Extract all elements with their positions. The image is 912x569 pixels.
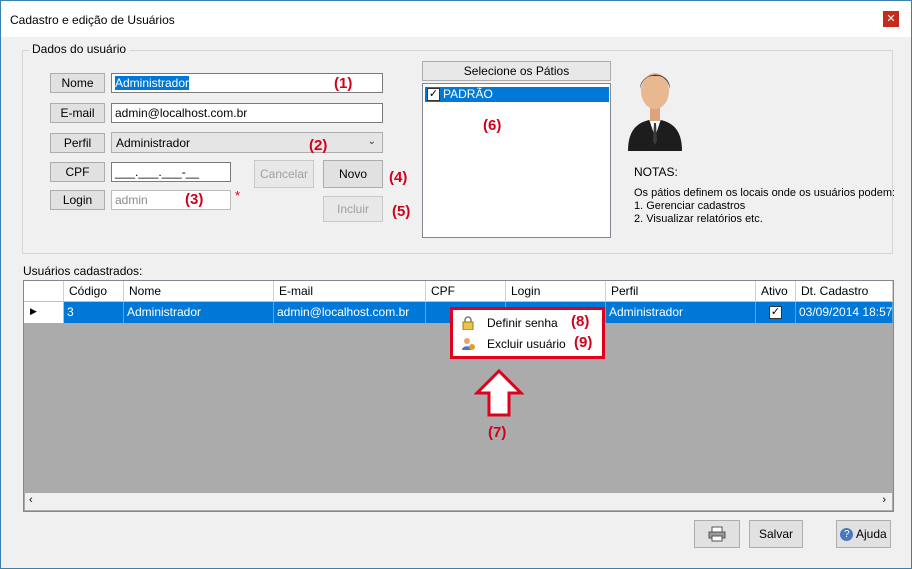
annotation-8: (8) bbox=[571, 313, 590, 330]
grid-header-ativo[interactable]: Ativo bbox=[756, 281, 796, 302]
annotation-7: (7) bbox=[488, 424, 507, 441]
grid-label: Usuários cadastrados: bbox=[23, 264, 143, 278]
annotation-6: (6) bbox=[483, 117, 502, 134]
notes-line-1: Os pátios definem os locais onde os usuá… bbox=[634, 187, 896, 199]
cell-dt-cadastro[interactable]: 03/09/2014 18:57 bbox=[796, 302, 893, 323]
up-arrow-icon bbox=[474, 369, 524, 417]
cell-perfil[interactable]: Administrador bbox=[606, 302, 756, 323]
scroll-left-icon[interactable]: ‹ bbox=[29, 494, 33, 506]
ativo-checkbox[interactable]: ✓ bbox=[769, 306, 782, 319]
row-pointer-icon: ▶ bbox=[30, 306, 37, 316]
grid-header: Código Nome E-mail CPF Login Perfil Ativ… bbox=[24, 281, 893, 302]
chevron-down-icon: ⌄ bbox=[367, 136, 376, 147]
scroll-right-icon[interactable]: › bbox=[882, 494, 886, 506]
annotation-2: (2) bbox=[309, 137, 328, 154]
annotation-4: (4) bbox=[389, 169, 408, 186]
group-legend: Dados do usuário bbox=[29, 42, 130, 56]
user-avatar-icon bbox=[628, 73, 682, 151]
email-input[interactable]: admin@localhost.com.br bbox=[111, 103, 383, 123]
ajuda-label: Ajuda bbox=[855, 527, 887, 541]
close-button[interactable]: ✕ bbox=[883, 11, 899, 27]
salvar-button[interactable]: Salvar bbox=[749, 520, 803, 548]
menu-item-label: Excluir usuário bbox=[487, 337, 566, 351]
cell-nome[interactable]: Administrador bbox=[124, 302, 274, 323]
print-button[interactable] bbox=[694, 520, 740, 548]
cell-email[interactable]: admin@localhost.com.br bbox=[274, 302, 426, 323]
patio-item[interactable]: ✓ PADRÃO bbox=[425, 87, 609, 102]
novo-button[interactable]: Novo bbox=[323, 160, 383, 188]
grid-header-perfil[interactable]: Perfil bbox=[606, 281, 756, 302]
annotation-3: (3) bbox=[185, 191, 204, 208]
patios-list[interactable]: ✓ PADRÃO bbox=[422, 83, 611, 238]
notes-line-2: 1. Gerenciar cadastros bbox=[634, 200, 746, 212]
window-title: Cadastro e edição de Usuários bbox=[10, 13, 175, 27]
grid-header-rowhead bbox=[24, 281, 64, 302]
email-label-button[interactable]: E-mail bbox=[50, 103, 105, 123]
row-header[interactable]: ▶ bbox=[24, 302, 64, 323]
notes-block: NOTAS: Os pátios definem os locais onde … bbox=[634, 166, 895, 226]
title-bar: Cadastro e edição de Usuários ✕ bbox=[1, 1, 911, 37]
help-icon: ? bbox=[840, 528, 854, 542]
nome-label-button[interactable]: Nome bbox=[50, 73, 105, 93]
grid-header-dt-cadastro[interactable]: Dt. Cadastro bbox=[796, 281, 893, 302]
grid-header-nome[interactable]: Nome bbox=[124, 281, 274, 302]
cpf-label-button[interactable]: CPF bbox=[50, 162, 105, 182]
nome-input-value: Administrador bbox=[115, 76, 190, 90]
printer-icon bbox=[708, 526, 726, 542]
notes-line-3: 2. Visualizar relatórios etc. bbox=[634, 213, 763, 225]
required-asterisk: * bbox=[235, 188, 241, 203]
annotation-1: (1) bbox=[334, 75, 353, 92]
notes-title: NOTAS: bbox=[634, 165, 678, 179]
patios-header-button[interactable]: Selecione os Pátios bbox=[422, 61, 611, 81]
annotation-5: (5) bbox=[392, 203, 411, 220]
cancelar-button[interactable]: Cancelar bbox=[254, 160, 314, 188]
cpf-input[interactable]: ___.___.___-__ bbox=[111, 162, 231, 182]
cell-ativo[interactable]: ✓ bbox=[756, 302, 796, 323]
perfil-label-button[interactable]: Perfil bbox=[50, 133, 105, 153]
close-icon: ✕ bbox=[886, 13, 896, 25]
perfil-select[interactable]: Administrador ⌄ bbox=[111, 132, 383, 153]
patio-item-label: PADRÃO bbox=[443, 87, 493, 101]
login-input[interactable]: admin bbox=[111, 190, 231, 210]
menu-item-label: Definir senha bbox=[487, 316, 558, 330]
perfil-select-value: Administrador bbox=[116, 136, 191, 150]
login-label-button[interactable]: Login bbox=[50, 190, 105, 210]
ajuda-button[interactable]: ? Ajuda bbox=[836, 520, 891, 548]
cell-codigo[interactable]: 3 bbox=[64, 302, 124, 323]
horizontal-scrollbar[interactable]: ‹ › bbox=[25, 493, 892, 510]
incluir-button[interactable]: Incluir bbox=[323, 196, 383, 222]
grid-header-email[interactable]: E-mail bbox=[274, 281, 426, 302]
user-editor-window: Cadastro e edição de Usuários ✕ Dados do… bbox=[0, 0, 912, 569]
patio-checkbox[interactable]: ✓ bbox=[427, 88, 440, 101]
user-remove-icon bbox=[462, 338, 475, 350]
grid-header-login[interactable]: Login bbox=[506, 281, 606, 302]
grid-header-cpf[interactable]: CPF bbox=[426, 281, 506, 302]
lock-icon bbox=[462, 316, 474, 330]
grid-header-codigo[interactable]: Código bbox=[64, 281, 124, 302]
annotation-9: (9) bbox=[574, 334, 593, 351]
